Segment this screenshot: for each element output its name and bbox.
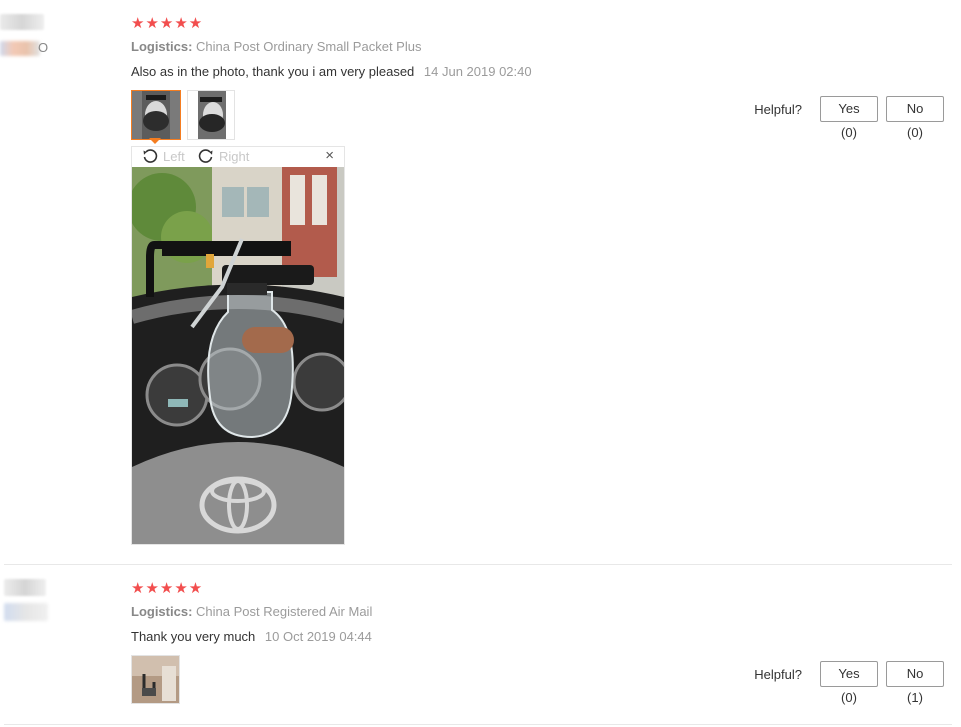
rating-stars: ★★★★★ [131, 580, 204, 597]
review-item: O ★★★★★ Logistics: China Post Ordinary S… [0, 0, 961, 565]
review-body: Also as in the photo, thank you i am ver… [131, 64, 532, 79]
username-blurred [4, 603, 48, 621]
active-thumb-caret [149, 138, 161, 144]
logistics-info: Logistics: China Post Ordinary Small Pac… [131, 39, 421, 54]
logistics-value: China Post Ordinary Small Packet Plus [196, 39, 422, 54]
rotate-right-label: Right [219, 148, 250, 164]
review-text: Also as in the photo, thank you i am ver… [131, 64, 415, 79]
logistics-info: Logistics: China Post Registered Air Mai… [131, 604, 372, 619]
username-blurred [0, 41, 40, 56]
avatar [4, 579, 46, 596]
avatar [0, 14, 44, 30]
helpful-no-button[interactable]: No (1) [886, 661, 944, 705]
review-divider [4, 724, 952, 725]
rating-stars: ★★★★★ [131, 15, 204, 32]
review-photo-thumbnail[interactable] [131, 90, 181, 140]
review-photo-thumbnail[interactable] [187, 90, 235, 140]
helpful-label: Helpful? [754, 666, 802, 682]
helpful-yes-button[interactable]: Yes (0) [820, 96, 878, 140]
review-body: Thank you very much 10 Oct 2019 04:44 [131, 629, 372, 644]
review-date: 10 Oct 2019 04:44 [264, 629, 372, 644]
rotate-right-button[interactable]: Right [198, 148, 249, 164]
helpful-votes: Helpful? Yes (0) No (1) [754, 661, 944, 705]
review-date: 14 Jun 2019 02:40 [423, 64, 532, 79]
username-suffix: O [38, 40, 49, 55]
photo-viewer-toolbar: Left Right × [132, 147, 344, 167]
photo-viewer: Left Right × [131, 146, 345, 545]
photo-thumbnail-image [188, 91, 234, 139]
review-item: ★★★★★ Logistics: China Post Registered A… [0, 565, 961, 727]
review-photo-thumbnail[interactable] [131, 655, 180, 704]
review-text: Thank you very much [131, 629, 256, 644]
helpful-label: Helpful? [754, 101, 802, 117]
review-photo-large [132, 167, 344, 544]
helpful-votes: Helpful? Yes (0) No (0) [754, 96, 944, 140]
close-icon[interactable]: × [325, 147, 334, 164]
photo-thumbnail-image [132, 91, 180, 139]
logistics-value: China Post Registered Air Mail [196, 604, 373, 619]
logistics-label: Logistics: [131, 604, 193, 619]
rotate-right-icon [198, 149, 213, 163]
helpful-no-button[interactable]: No (0) [886, 96, 944, 140]
helpful-yes-button[interactable]: Yes (0) [820, 661, 878, 705]
logistics-label: Logistics: [131, 39, 193, 54]
rotate-left-icon [143, 149, 158, 163]
photo-thumbnail-image [132, 656, 179, 703]
rotate-left-button[interactable]: Left [142, 148, 185, 164]
rotate-left-label: Left [163, 148, 185, 164]
